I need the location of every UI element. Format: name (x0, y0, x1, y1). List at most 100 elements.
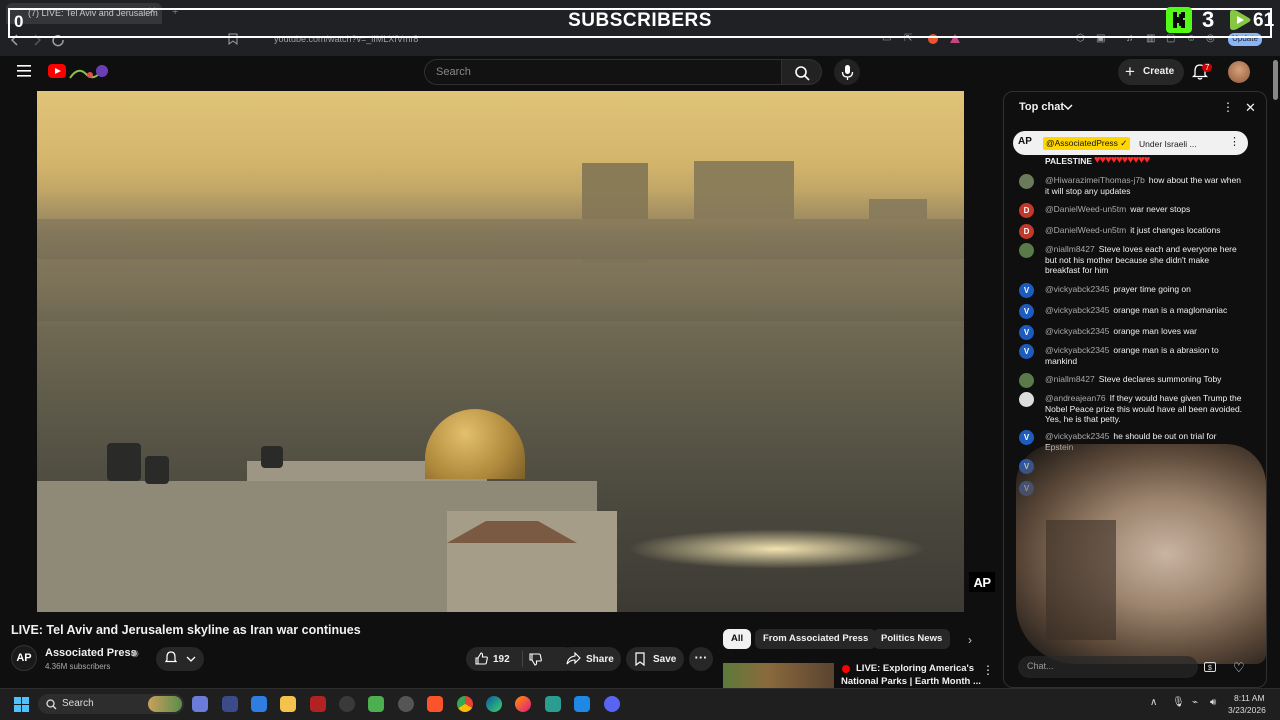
pinned-author: @AssociatedPress ✓ (1043, 137, 1131, 150)
overlay-youtube-count: 0 (14, 12, 24, 31)
edge-icon[interactable] (486, 696, 502, 712)
chat-author-name[interactable]: @niallm8427 (1045, 374, 1095, 384)
chrome-icon[interactable] (457, 696, 473, 712)
heart-reaction-icon[interactable]: ♡ (1233, 660, 1245, 676)
chat-author-avatar[interactable]: D (1019, 203, 1034, 218)
chat-author-name[interactable]: @andreajean76 (1045, 393, 1106, 403)
network-icon[interactable]: ⌁ (1192, 697, 1198, 708)
chat-message-text: orange man loves war (1113, 326, 1198, 336)
search-highlight-image (148, 696, 182, 712)
system-tray-chevron-icon[interactable]: ∧ (1150, 697, 1157, 708)
page-scrollbar[interactable] (1271, 56, 1280, 688)
recommended-video-title[interactable]: LIVE: Exploring America's (856, 663, 974, 674)
chat-author-avatar[interactable] (1019, 174, 1034, 189)
brave-browser-icon[interactable] (427, 696, 443, 712)
chat-message-text: war never stops (1130, 204, 1191, 214)
dislike-button[interactable] (528, 652, 543, 667)
pinned-more-icon[interactable]: ⋮ (1229, 135, 1240, 148)
thumbs-down-icon (529, 653, 542, 666)
hamburger-menu-icon[interactable] (17, 65, 31, 77)
recommended-more-icon[interactable]: ⋮ (982, 663, 994, 677)
account-avatar[interactable] (1228, 61, 1250, 83)
webcam-shelf (1046, 520, 1116, 640)
chat-author-avatar[interactable] (1019, 392, 1034, 407)
search-button[interactable] (781, 59, 822, 85)
file-explorer-icon[interactable] (280, 696, 296, 712)
kick-logo-icon (1166, 7, 1192, 33)
chat-author-name[interactable]: @vickyabck2345 (1045, 345, 1109, 355)
scrollbar-thumb[interactable] (1273, 60, 1278, 100)
app-icon[interactable] (310, 696, 326, 712)
chat-author-name[interactable]: @niallm8427 (1045, 244, 1095, 254)
svg-text:$: $ (1208, 665, 1212, 672)
discord-icon[interactable] (604, 696, 620, 712)
chip-from-associated-press[interactable]: From Associated Press (755, 629, 877, 649)
chat-author-name[interactable]: @vickyabck2345 (1045, 305, 1109, 315)
chat-author-avatar[interactable] (1019, 243, 1034, 258)
chat-message-body: @vickyabck2345 orange man loves war (1045, 326, 1245, 337)
chat-author-avatar[interactable] (1019, 373, 1034, 388)
volume-icon[interactable]: 🔊︎ (1210, 697, 1216, 708)
app-icon[interactable] (222, 696, 238, 712)
app-icon[interactable] (368, 696, 384, 712)
chat-author-name[interactable]: @vickyabck2345 (1045, 431, 1109, 441)
super-chat-icon[interactable]: $ (1204, 662, 1216, 672)
search-icon (46, 699, 57, 710)
video-player[interactable] (37, 91, 964, 612)
channel-avatar[interactable]: AP (11, 645, 37, 671)
close-icon[interactable]: ✕ (1245, 100, 1256, 116)
youtube-doodle-icon[interactable] (68, 62, 110, 82)
app-icon[interactable] (398, 696, 414, 712)
subscribed-notifications-button[interactable] (156, 647, 204, 671)
share-label: Share (586, 654, 614, 665)
chat-author-name[interactable]: @vickyabck2345 (1045, 284, 1109, 294)
chip-politics-news[interactable]: Politics News (873, 629, 951, 649)
chat-more-icon[interactable]: ⋮ (1222, 100, 1234, 114)
more-actions-button[interactable]: ··· (689, 647, 713, 671)
chat-author-name[interactable]: @DanielWeed-un5tm (1045, 225, 1126, 235)
voice-search-button[interactable] (834, 59, 860, 85)
windows-start-icon[interactable] (14, 697, 29, 712)
chat-author-avatar[interactable]: D (1019, 224, 1034, 239)
chevron-down-icon[interactable] (1063, 103, 1073, 111)
chat-author-avatar[interactable]: V (1019, 325, 1034, 340)
microphone-tray-icon[interactable]: 🎙︎ (1172, 697, 1185, 708)
chat-message-body: @HiwarazimeiThomas-j7b how about the war … (1045, 175, 1245, 196)
microphone-icon (841, 65, 854, 80)
chevron-right-icon[interactable]: › (968, 633, 972, 647)
subscriber-count: 4.36M subscribers (45, 662, 111, 671)
chat-author-avatar[interactable]: V (1019, 283, 1034, 298)
channel-name[interactable]: Associated Press (45, 647, 137, 659)
youtube-play-icon (55, 68, 61, 74)
vscode-icon[interactable] (574, 696, 590, 712)
chat-author-avatar[interactable]: V (1019, 344, 1034, 359)
chat-mode-selector[interactable]: Top chat (1019, 101, 1064, 113)
chat-author-name[interactable]: @vickyabck2345 (1045, 326, 1109, 336)
chat-input[interactable]: Chat... (1018, 656, 1198, 678)
chat-message-body: @vickyabck2345 orange man is a maglomania… (1045, 305, 1245, 316)
chip-all[interactable]: All (723, 629, 752, 649)
like-count: 192 (493, 654, 510, 665)
search-input[interactable]: Search (424, 59, 782, 85)
chat-author-name[interactable]: @DanielWeed-un5tm (1045, 204, 1126, 214)
chat-message-text: PALESTINE (1045, 156, 1093, 166)
taskview-icon[interactable] (192, 696, 208, 712)
rumble-subscriber-count: 61 (1253, 10, 1275, 31)
recommended-video-thumbnail[interactable] (723, 663, 834, 688)
chat-author-name[interactable]: @HiwarazimeiThomas-j7b (1045, 175, 1145, 185)
clock-time[interactable]: 8:11 AM (1234, 693, 1265, 703)
clock-date[interactable]: 3/23/2026 (1228, 705, 1266, 715)
app-icon[interactable] (339, 696, 355, 712)
ap-watermark[interactable]: AP (969, 572, 995, 592)
app-icon[interactable] (545, 696, 561, 712)
chat-message-body: @vickyabck2345 prayer time going on (1045, 284, 1245, 295)
recommended-video-title-line2[interactable]: National Parks | Earth Month ... (841, 676, 981, 687)
app-icon[interactable] (251, 696, 267, 712)
chat-message-text: Steve declares summoning Toby (1098, 374, 1222, 384)
chat-message-body: @niallm8427 Steve declares summoning Toby (1045, 374, 1245, 385)
like-button[interactable] (474, 651, 489, 666)
chat-author-avatar[interactable]: V (1019, 304, 1034, 319)
firefox-icon[interactable] (515, 696, 531, 712)
heart-emojis: ♥♥♥♥♥♥♥♥♥♥ (1094, 154, 1150, 166)
chat-author-avatar[interactable]: V (1019, 430, 1034, 445)
